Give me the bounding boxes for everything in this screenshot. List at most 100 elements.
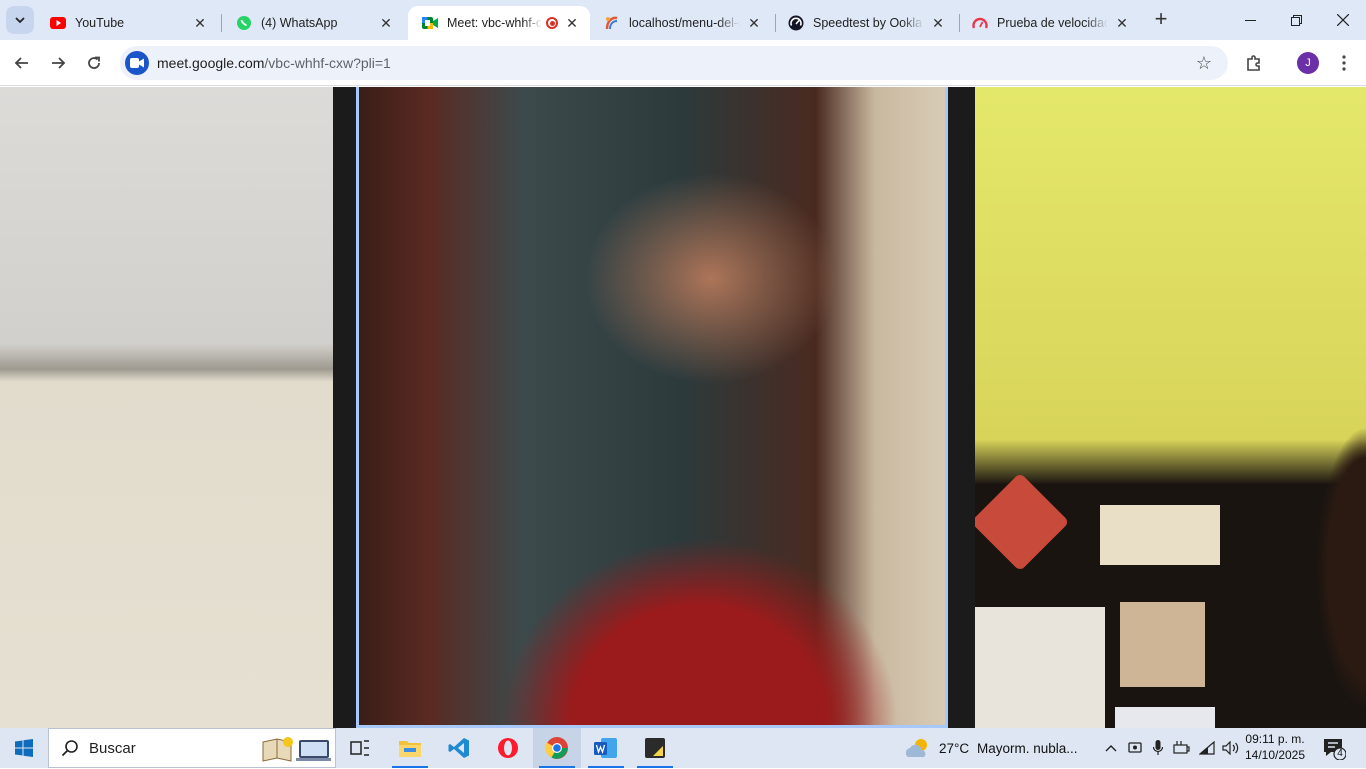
wifi-icon — [1199, 741, 1215, 755]
tab-search-button[interactable] — [6, 6, 34, 34]
tab-title: YouTube — [75, 16, 125, 30]
weather-description[interactable]: Mayorm. nubla... — [977, 728, 1078, 768]
browser-toolbar: meet.google.com/vbc-whhf-cxw?pli=1 ☆ — [0, 40, 1366, 86]
participant-video-frame — [359, 87, 945, 725]
start-button[interactable] — [0, 728, 48, 768]
weather-temperature[interactable]: 27°C — [939, 728, 969, 768]
tab-title: localhost/menu-del-dia — [629, 16, 740, 30]
youtube-icon — [50, 15, 66, 31]
close-icon — [1337, 14, 1349, 26]
notification-center-button[interactable]: 4 — [1322, 736, 1347, 761]
wall-decoration — [1100, 505, 1220, 565]
more-vertical-icon — [1342, 55, 1346, 71]
new-tab-button[interactable]: + — [1150, 8, 1172, 31]
restore-icon — [1290, 14, 1302, 26]
recording-icon — [546, 17, 558, 29]
close-tab-icon[interactable]: ✕ — [746, 15, 762, 31]
search-highlight-icon — [261, 734, 332, 769]
taskbar-search-box[interactable]: Buscar — [48, 728, 336, 768]
localhost-icon — [604, 15, 620, 31]
restore-button[interactable] — [1273, 0, 1319, 40]
tab-title: (4) WhatsApp — [261, 16, 338, 30]
participant-video-tile[interactable] — [975, 87, 1366, 728]
extensions-button[interactable] — [1240, 49, 1268, 77]
whatsapp-icon — [236, 15, 252, 31]
speaker-icon — [1222, 741, 1239, 755]
close-tab-icon[interactable]: ✕ — [564, 15, 580, 31]
sticky-notes-icon — [645, 738, 665, 758]
weather-widget-icon[interactable] — [896, 728, 940, 768]
participant-video-tile[interactable] — [0, 87, 333, 728]
battery-power-indicator[interactable] — [1170, 728, 1194, 768]
taskbar-clock[interactable]: 09:11 p. m. 14/10/2025 — [1240, 731, 1310, 763]
reload-button[interactable] — [80, 49, 108, 77]
minimize-button[interactable] — [1227, 0, 1273, 40]
taskbar-chrome[interactable] — [533, 728, 581, 768]
chrome-icon — [545, 737, 568, 759]
close-tab-icon[interactable]: ✕ — [192, 15, 208, 31]
windows-logo-icon — [15, 739, 33, 757]
network-indicator[interactable] — [1196, 728, 1220, 768]
tab-youtube[interactable]: YouTube ✕ — [36, 6, 218, 40]
power-plug-icon — [1173, 741, 1190, 754]
url-path: /vbc-whhf-cxw?pli=1 — [264, 55, 391, 71]
active-speaker-video-tile[interactable] — [356, 87, 948, 728]
taskbar-vscode[interactable] — [435, 728, 483, 768]
microphone-icon — [1153, 740, 1163, 755]
tab-speed-test-alt[interactable]: Prueba de velocidad ✕ — [958, 6, 1140, 40]
taskbar-word[interactable] — [582, 728, 630, 768]
microphone-in-use-indicator[interactable] — [1147, 728, 1169, 768]
search-placeholder: Buscar — [89, 739, 136, 757]
wall-decoration — [1120, 602, 1205, 687]
tab-title: Prueba de velocidad — [997, 16, 1108, 30]
back-button[interactable] — [8, 49, 36, 77]
speedtest-icon — [788, 15, 804, 31]
profile-avatar[interactable]: J — [1297, 52, 1319, 74]
close-tab-icon[interactable]: ✕ — [378, 15, 394, 31]
wall-decoration — [1115, 707, 1215, 728]
arrow-right-icon — [52, 57, 66, 69]
tab-localhost[interactable]: localhost/menu-del-dia ✕ — [590, 6, 772, 40]
bookmark-star-icon[interactable]: ☆ — [1194, 53, 1214, 73]
close-tab-icon[interactable]: ✕ — [1114, 15, 1130, 31]
clock-time: 09:11 p. m. — [1245, 732, 1305, 746]
url-text: meet.google.com/vbc-whhf-cxw?pli=1 — [157, 55, 391, 71]
participant-video-frame — [975, 87, 1366, 728]
partly-cloudy-icon — [905, 739, 927, 757]
browser-menu-button[interactable] — [1330, 49, 1358, 77]
vscode-icon — [448, 738, 469, 758]
tab-speedtest[interactable]: Speedtest by Ookla - ✕ — [774, 6, 956, 40]
taskbar-file-explorer[interactable] — [386, 728, 434, 768]
volume-button[interactable] — [1220, 728, 1242, 768]
close-tab-icon[interactable]: ✕ — [930, 15, 946, 31]
taskbar-sticky-notes[interactable] — [631, 728, 679, 768]
chevron-down-icon — [15, 17, 25, 24]
address-bar[interactable]: meet.google.com/vbc-whhf-cxw?pli=1 ☆ — [120, 46, 1228, 80]
meet-sharing-indicator[interactable] — [1124, 728, 1146, 768]
puzzle-icon — [1247, 55, 1260, 71]
taskbar-opera[interactable] — [484, 728, 532, 768]
tab-strip: YouTube ✕ (4) WhatsApp ✕ Meet: vbc-whhf-… — [0, 0, 1366, 40]
task-view-button[interactable] — [336, 728, 384, 768]
screen-share-icon — [1128, 742, 1142, 753]
tab-whatsapp[interactable]: (4) WhatsApp ✕ — [222, 6, 404, 40]
close-window-button[interactable] — [1320, 0, 1366, 40]
tab-title: Speedtest by Ookla - — [813, 16, 924, 30]
speed-gauge-icon — [972, 15, 988, 31]
arrow-left-icon — [14, 57, 28, 69]
notification-count: 4 — [1337, 748, 1343, 759]
site-info-button[interactable] — [125, 51, 149, 75]
search-icon — [61, 740, 78, 757]
word-icon — [594, 738, 617, 758]
minimize-icon — [1244, 19, 1256, 21]
show-hidden-icons-button[interactable] — [1099, 728, 1123, 768]
chevron-up-icon — [1105, 745, 1117, 752]
forward-button[interactable] — [44, 49, 72, 77]
tab-google-meet[interactable]: Meet: vbc-whhf-cxw ✕ — [408, 6, 590, 40]
wall-decoration — [975, 607, 1105, 728]
task-view-icon — [350, 740, 369, 756]
clock-date: 14/10/2025 — [1244, 748, 1306, 762]
folder-icon — [399, 741, 421, 757]
tab-title: Meet: vbc-whhf-cxw — [447, 16, 542, 30]
meet-video-grid — [0, 87, 1366, 728]
